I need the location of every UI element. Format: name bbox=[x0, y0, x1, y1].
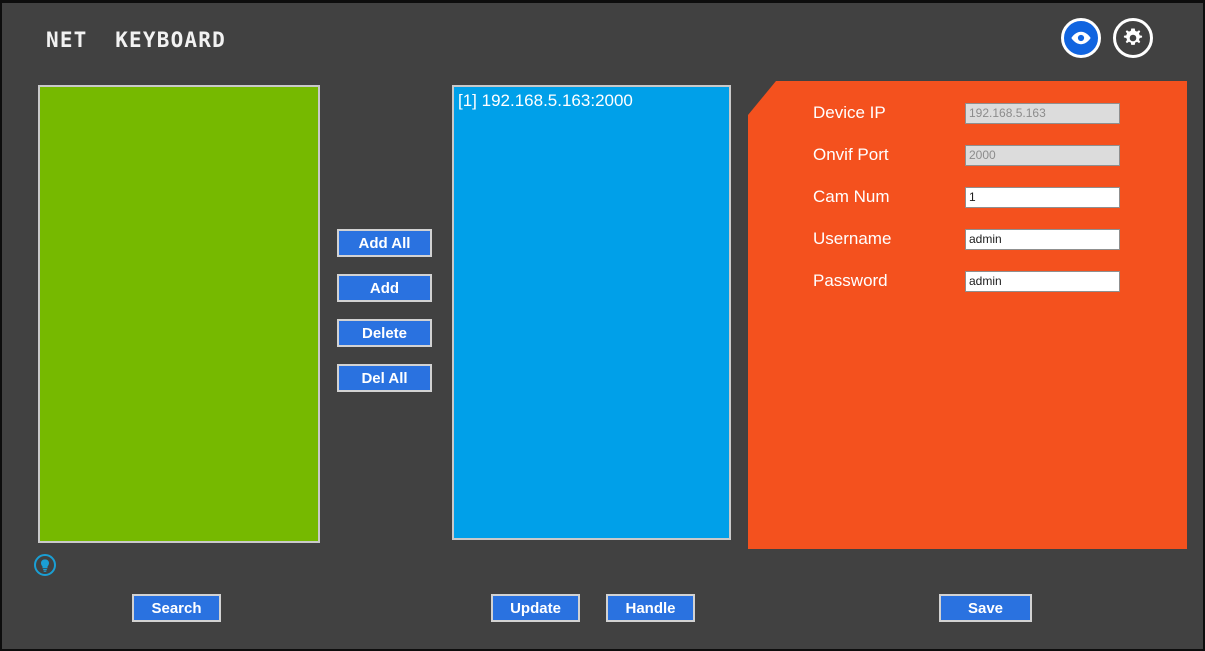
form-row-password: Password bbox=[813, 260, 1163, 302]
del-all-button[interactable]: Del All bbox=[337, 364, 432, 392]
title-bar: NET KEYBOARD bbox=[2, 3, 1203, 71]
device-ip-field bbox=[965, 102, 1120, 124]
add-button[interactable]: Add bbox=[337, 274, 432, 302]
username-field[interactable] bbox=[965, 228, 1120, 250]
form-row-onvif-port: Onvif Port bbox=[813, 134, 1163, 176]
transfer-button-group: Add All Add Delete Del All bbox=[337, 229, 432, 392]
cam-num-field[interactable] bbox=[965, 186, 1120, 208]
cam-num-label: Cam Num bbox=[813, 187, 890, 206]
form-row-cam-num: Cam Num bbox=[813, 176, 1163, 218]
list-item[interactable]: [1] 192.168.5.163:2000 bbox=[454, 87, 729, 111]
onvif-port-label: Onvif Port bbox=[813, 145, 889, 164]
added-device-list[interactable]: [1] 192.168.5.163:2000 bbox=[452, 85, 731, 540]
bulb-icon[interactable] bbox=[34, 554, 56, 576]
delete-button[interactable]: Delete bbox=[337, 319, 432, 347]
net-keyboard-window: NET KEYBOARD [1] 192.168.5.163:2000 Add … bbox=[0, 0, 1205, 651]
title-bar-icons bbox=[1061, 18, 1153, 58]
form-row-device-ip: Device IP bbox=[813, 92, 1163, 134]
device-settings-form: Device IP Onvif Port Cam Num Username Pa… bbox=[813, 92, 1163, 302]
password-field[interactable] bbox=[965, 270, 1120, 292]
update-button[interactable]: Update bbox=[491, 594, 580, 622]
form-row-username: Username bbox=[813, 218, 1163, 260]
add-all-button[interactable]: Add All bbox=[337, 229, 432, 257]
onvif-port-field bbox=[965, 144, 1120, 166]
gear-icon[interactable] bbox=[1113, 18, 1153, 58]
searched-device-list[interactable] bbox=[38, 85, 320, 543]
search-button[interactable]: Search bbox=[132, 594, 221, 622]
username-label: Username bbox=[813, 229, 892, 248]
password-label: Password bbox=[813, 271, 888, 290]
eye-icon[interactable] bbox=[1061, 18, 1101, 58]
save-button[interactable]: Save bbox=[939, 594, 1032, 622]
device-ip-label: Device IP bbox=[813, 103, 886, 122]
app-title: NET KEYBOARD bbox=[46, 28, 226, 52]
device-settings-panel: Device IP Onvif Port Cam Num Username Pa… bbox=[748, 81, 1187, 549]
handle-button[interactable]: Handle bbox=[606, 594, 695, 622]
